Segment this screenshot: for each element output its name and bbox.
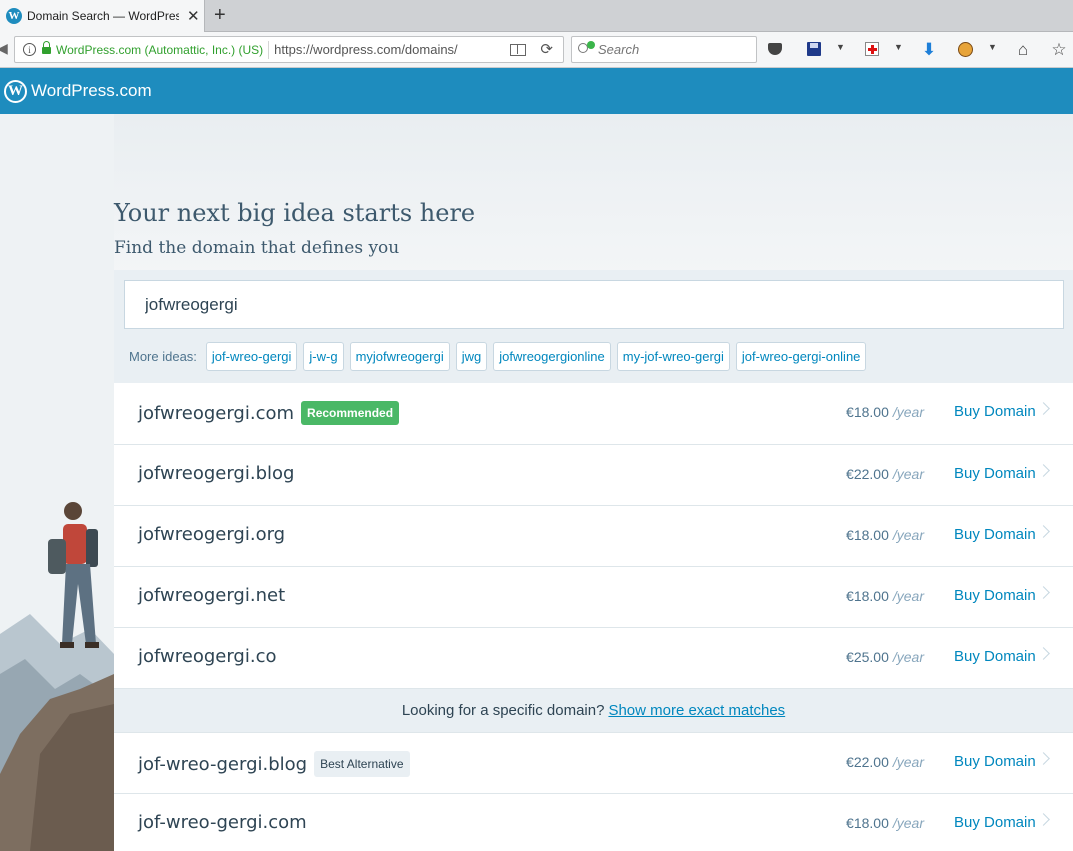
domain-price: €18.00/year xyxy=(846,404,924,420)
chevron-right-icon xyxy=(1037,464,1050,477)
domain-name: jofwreogergi.net xyxy=(138,585,286,606)
wordpress-masterbar: W WordPress.com xyxy=(0,68,1073,114)
domain-price: €18.00/year xyxy=(846,588,924,604)
domain-price: €22.00/year xyxy=(846,466,924,482)
idea-chip[interactable]: jof-wreo-gergi xyxy=(205,342,298,371)
home-icon[interactable]: ⌂ xyxy=(1014,40,1032,58)
wordpress-favicon-icon: W xyxy=(6,8,22,24)
hiker-background-image xyxy=(0,114,114,851)
domain-price: €18.00/year xyxy=(846,815,924,831)
idea-chip[interactable]: jofwreogergionline xyxy=(493,342,611,371)
back-arrow-icon[interactable]: ◀ xyxy=(0,40,8,57)
search-engine-icon[interactable] xyxy=(578,40,595,57)
browser-search-input[interactable] xyxy=(598,42,748,57)
chevron-right-icon xyxy=(1037,525,1050,538)
browser-toolbar: ◀ i WordPress.com (Automattic, Inc.) (US… xyxy=(0,32,1073,68)
idea-chip[interactable]: j-w-g xyxy=(303,342,344,371)
more-ideas-label: More ideas: xyxy=(129,349,197,364)
buy-domain-button[interactable]: Buy Domain xyxy=(954,526,1036,543)
idea-chip[interactable]: my-jof-wreo-gergi xyxy=(616,342,730,371)
save-page-icon[interactable] xyxy=(805,40,823,58)
browser-tab[interactable]: W Domain Search — WordPres ✕ xyxy=(0,0,205,32)
buy-domain-button[interactable]: Buy Domain xyxy=(954,403,1036,420)
wordpress-logo-icon[interactable]: W xyxy=(4,79,27,103)
chevron-right-icon xyxy=(1037,647,1050,660)
domain-price: €25.00/year xyxy=(846,649,924,665)
address-bar[interactable]: i WordPress.com (Automattic, Inc.) (US) … xyxy=(14,36,564,63)
addon-face-icon[interactable] xyxy=(956,40,974,58)
exact-matches-prompt: Looking for a specific domain? xyxy=(401,702,605,719)
domain-price: €22.00/year xyxy=(846,754,924,770)
buy-domain-button[interactable]: Buy Domain xyxy=(954,814,1036,831)
browser-tab-strip: W Domain Search — WordPres ✕ + xyxy=(0,0,1073,32)
url-text[interactable]: https://wordpress.com/domains/ xyxy=(274,42,510,57)
chevron-right-icon xyxy=(1037,586,1050,599)
domain-name: jofwreogergi.org xyxy=(138,524,286,545)
new-tab-button[interactable]: + xyxy=(214,4,226,26)
domain-search-input[interactable] xyxy=(124,280,1064,329)
bookmark-star-icon[interactable]: ☆ xyxy=(1050,40,1068,58)
lock-icon xyxy=(42,40,51,55)
domain-price: €18.00/year xyxy=(846,527,924,543)
brand-name[interactable]: WordPress.com xyxy=(31,81,152,101)
domain-result-row[interactable]: jof-wreo-gergi.blog Best Alternative €22.… xyxy=(114,733,1073,794)
domain-name: jof-wreo-gergi.com xyxy=(138,812,307,833)
page-heading: Your next big idea starts here xyxy=(114,199,476,227)
idea-chip[interactable]: myjofwreogergi xyxy=(349,342,450,371)
reload-icon[interactable]: ⟳ xyxy=(540,42,553,57)
exact-matches-bar: Looking for a specific domain? Show more … xyxy=(114,689,1073,733)
domain-result-row[interactable]: jofwreogergi.net €18.00/year Buy Domain xyxy=(114,567,1073,628)
addon-redcross-icon[interactable] xyxy=(863,40,881,58)
chevron-right-icon xyxy=(1037,402,1050,415)
domain-result-row[interactable]: jofwreogergi.com Recommended €18.00/year … xyxy=(114,383,1073,445)
buy-domain-button[interactable]: Buy Domain xyxy=(954,465,1036,482)
buy-domain-button[interactable]: Buy Domain xyxy=(954,587,1036,604)
domain-result-row[interactable]: jof-wreo-gergi.com €18.00/year Buy Domai… xyxy=(114,794,1073,851)
idea-chip[interactable]: jwg xyxy=(455,342,488,371)
browser-search-box[interactable] xyxy=(571,36,757,63)
info-icon[interactable]: i xyxy=(23,43,36,56)
search-area: More ideas: jof-wreo-gergi j-w-g myjofwr… xyxy=(114,270,1073,383)
chevron-right-icon xyxy=(1037,813,1050,826)
page-subheading: Find the domain that defines you xyxy=(114,238,400,258)
best-alternative-badge: Best Alternative xyxy=(314,751,410,777)
chevron-down-icon[interactable]: ▼ xyxy=(894,42,903,52)
domain-search-panel: More ideas: jof-wreo-gergi j-w-g myjofwr… xyxy=(114,270,1073,851)
chevron-right-icon xyxy=(1037,752,1050,765)
downloads-icon[interactable]: ⬇ xyxy=(920,40,938,58)
site-identity[interactable]: WordPress.com (Automattic, Inc.) (US) xyxy=(56,43,263,57)
tab-title: Domain Search — WordPres xyxy=(27,9,179,23)
domain-result-row[interactable]: jofwreogergi.org €18.00/year Buy Domain xyxy=(114,506,1073,567)
show-exact-matches-link[interactable]: Show more exact matches xyxy=(608,702,785,719)
idea-chip[interactable]: jof-wreo-gergi-online xyxy=(735,342,867,371)
domain-results: jofwreogergi.com Recommended €18.00/year … xyxy=(114,383,1073,851)
more-ideas: More ideas: jof-wreo-gergi j-w-g myjofwr… xyxy=(129,342,867,371)
pocket-icon[interactable] xyxy=(766,40,784,58)
domain-result-row[interactable]: jofwreogergi.blog €22.00/year Buy Domain xyxy=(114,445,1073,506)
domain-name: jofwreogergi.com Recommended xyxy=(138,401,400,425)
chevron-down-icon[interactable]: ▼ xyxy=(836,42,845,52)
recommended-badge: Recommended xyxy=(301,401,400,425)
buy-domain-button[interactable]: Buy Domain xyxy=(954,753,1036,770)
domain-name: jofwreogergi.blog xyxy=(138,463,295,484)
domain-name: jofwreogergi.co xyxy=(138,646,277,667)
reader-view-icon[interactable] xyxy=(510,43,527,56)
divider xyxy=(268,40,270,59)
domain-name: jof-wreo-gergi.blog Best Alternative xyxy=(138,751,410,777)
buy-domain-button[interactable]: Buy Domain xyxy=(954,648,1036,665)
chevron-down-icon[interactable]: ▼ xyxy=(988,42,997,52)
close-tab-icon[interactable]: ✕ xyxy=(187,9,200,24)
domain-search-page: Your next big idea starts here Find the … xyxy=(0,114,1073,851)
domain-result-row[interactable]: jofwreogergi.co €25.00/year Buy Domain xyxy=(114,628,1073,689)
